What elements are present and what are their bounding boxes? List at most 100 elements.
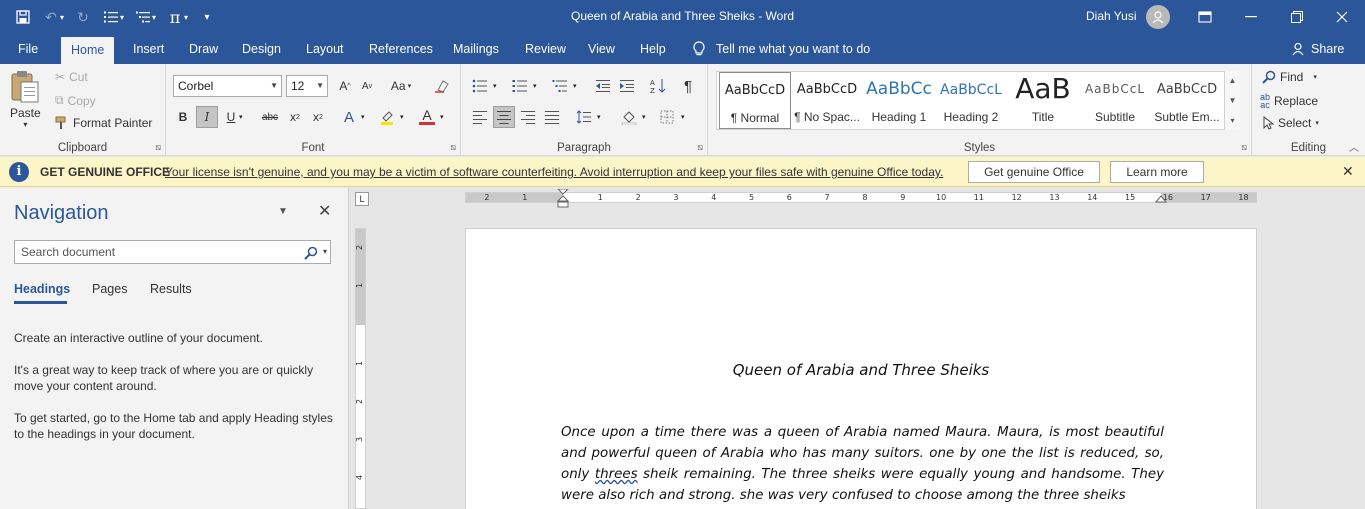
tab-design[interactable]: Design bbox=[232, 34, 291, 64]
minimize-icon[interactable] bbox=[1228, 0, 1274, 34]
restore-icon[interactable] bbox=[1274, 0, 1320, 34]
get-genuine-office-button[interactable]: Get genuine Office bbox=[968, 161, 1100, 183]
show-formatting-marks-icon[interactable]: ¶ bbox=[677, 75, 699, 97]
clear-formatting-icon[interactable] bbox=[431, 75, 453, 97]
info-message-link[interactable]: Your license isn't genuine, and you may … bbox=[165, 165, 943, 179]
bullets-dropdown-icon[interactable]: ▾ bbox=[493, 82, 497, 90]
align-right-icon[interactable] bbox=[517, 106, 539, 128]
tab-review[interactable]: Review bbox=[515, 34, 576, 64]
sort-icon[interactable]: AZ bbox=[647, 75, 669, 97]
share-button[interactable]: Share bbox=[1292, 34, 1344, 64]
redo-icon[interactable]: ↻ bbox=[70, 4, 96, 30]
ribbon-display-options-icon[interactable] bbox=[1182, 0, 1228, 34]
underline-dropdown-icon[interactable]: ▾ bbox=[239, 113, 243, 121]
undo-dropdown-icon[interactable]: ▾ bbox=[60, 13, 64, 22]
chevron-down-icon[interactable]: ▼ bbox=[278, 206, 288, 217]
style-no-spacing[interactable]: AaBbCcD ¶ No Spac... bbox=[791, 72, 863, 129]
highlight-icon[interactable] bbox=[376, 106, 398, 128]
find-button[interactable]: Find ▾ bbox=[1262, 70, 1317, 84]
search-document-input[interactable]: Search document ▾ bbox=[14, 240, 331, 264]
tab-layout[interactable]: Layout bbox=[296, 34, 354, 64]
document-paragraph[interactable]: Once upon a time there was a queen of Ar… bbox=[561, 422, 1164, 506]
bold-icon[interactable]: B bbox=[172, 106, 194, 128]
line-spacing-icon[interactable] bbox=[573, 106, 595, 128]
bullets-icon[interactable] bbox=[469, 75, 491, 97]
change-case-button[interactable]: Aa ▾ bbox=[386, 75, 416, 97]
grow-font-icon[interactable]: A ^ bbox=[334, 75, 356, 97]
multilevel-dropdown-icon[interactable]: ▾ bbox=[152, 13, 156, 22]
tab-help[interactable]: Help bbox=[630, 34, 676, 64]
highlight-dropdown-icon[interactable]: ▾ bbox=[400, 113, 404, 121]
customize-qat-icon[interactable]: ▾ bbox=[194, 4, 220, 30]
tell-me-box[interactable]: Tell me what you want to do bbox=[692, 34, 870, 64]
style-subtle-emphasis[interactable]: AaBbCcD Subtle Em... bbox=[1151, 72, 1223, 129]
text-effects-dropdown-icon[interactable]: ▾ bbox=[361, 113, 365, 121]
more-styles-icon[interactable]: ▾ bbox=[1230, 116, 1234, 125]
styles-launcher-icon[interactable]: ⧅ bbox=[1241, 142, 1247, 153]
clipboard-launcher-icon[interactable]: ⧅ bbox=[155, 142, 161, 153]
grammar-flagged-word[interactable]: threes bbox=[595, 467, 638, 482]
line-spacing-dropdown-icon[interactable]: ▾ bbox=[597, 113, 601, 121]
document-heading[interactable]: Queen of Arabia and Three Sheiks bbox=[466, 361, 1256, 379]
close-icon[interactable]: ✕ bbox=[318, 201, 331, 221]
decrease-indent-icon[interactable] bbox=[592, 75, 614, 97]
multilevel-icon[interactable] bbox=[549, 75, 571, 97]
close-icon[interactable]: ✕ bbox=[1342, 163, 1354, 180]
close-window-icon[interactable] bbox=[1319, 0, 1365, 34]
replace-button[interactable]: ab ac Replace bbox=[1260, 93, 1318, 110]
increase-indent-icon[interactable] bbox=[616, 75, 638, 97]
tab-file[interactable]: File bbox=[8, 34, 48, 64]
multilevel-dropdown-icon[interactable]: ▾ bbox=[573, 82, 577, 90]
numbering-dropdown-icon[interactable]: ▾ bbox=[120, 13, 124, 22]
cut-button[interactable]: ✂ Cut bbox=[55, 70, 88, 84]
tab-references[interactable]: References bbox=[359, 34, 443, 64]
search-icon[interactable] bbox=[304, 245, 318, 267]
tab-mailings[interactable]: Mailings bbox=[443, 34, 509, 64]
nav-tab-pages[interactable]: Pages bbox=[92, 282, 127, 296]
tab-home[interactable]: Home bbox=[61, 37, 115, 64]
learn-more-button[interactable]: Learn more bbox=[1110, 161, 1204, 183]
tab-view[interactable]: View bbox=[578, 34, 625, 64]
save-icon[interactable] bbox=[10, 4, 36, 30]
chevron-down-icon[interactable]: ▾ bbox=[323, 241, 327, 263]
equation-dropdown-icon[interactable]: ▾ bbox=[184, 13, 188, 22]
borders-icon[interactable] bbox=[656, 106, 678, 128]
font-color-icon[interactable]: A bbox=[416, 105, 438, 127]
copy-button[interactable]: ⧉ Copy bbox=[55, 93, 96, 108]
select-button[interactable]: Select ▾ bbox=[1262, 116, 1319, 130]
nav-tab-headings[interactable]: Headings bbox=[14, 282, 70, 296]
nav-tab-results[interactable]: Results bbox=[150, 282, 192, 296]
style-subtitle[interactable]: AaBbCcL Subtitle bbox=[1079, 72, 1151, 129]
tab-insert[interactable]: Insert bbox=[123, 34, 174, 64]
font-color-dropdown-icon[interactable]: ▾ bbox=[440, 113, 444, 121]
style-title[interactable]: AaB Title bbox=[1007, 72, 1079, 129]
scroll-up-icon[interactable]: ▲ bbox=[1229, 76, 1237, 85]
align-center-icon[interactable] bbox=[493, 106, 515, 128]
text-effects-icon[interactable]: A bbox=[338, 106, 360, 128]
avatar[interactable] bbox=[1146, 5, 1170, 29]
style-heading-2[interactable]: AaBbCcL Heading 2 bbox=[935, 72, 1007, 129]
paragraph-launcher-icon[interactable]: ⧅ bbox=[697, 142, 703, 153]
tab-draw[interactable]: Draw bbox=[179, 34, 228, 64]
superscript-icon[interactable]: x2 bbox=[307, 106, 329, 128]
numbering-list-icon[interactable] bbox=[509, 75, 531, 97]
style-heading-1[interactable]: AaBbCc Heading 1 bbox=[863, 72, 935, 129]
font-name-combo[interactable]: Corbel ▼ bbox=[173, 75, 282, 97]
document-page[interactable]: Queen of Arabia and Three Sheiks Once up… bbox=[465, 228, 1257, 509]
italic-icon[interactable]: I bbox=[196, 106, 218, 128]
indent-marker-icon[interactable] bbox=[557, 189, 569, 209]
user-name[interactable]: Diah Yusi bbox=[1086, 9, 1136, 23]
scroll-down-icon[interactable]: ▼ bbox=[1229, 96, 1237, 105]
align-left-icon[interactable] bbox=[469, 106, 491, 128]
justify-icon[interactable] bbox=[541, 106, 563, 128]
shading-icon[interactable] bbox=[618, 106, 640, 128]
subscript-icon[interactable]: x2 bbox=[284, 106, 306, 128]
font-launcher-icon[interactable]: ⧅ bbox=[450, 142, 456, 153]
shrink-font-icon[interactable]: Av bbox=[356, 75, 378, 97]
borders-dropdown-icon[interactable]: ▾ bbox=[681, 113, 685, 121]
collapse-ribbon-icon[interactable]: ︿ bbox=[1349, 139, 1359, 154]
horizontal-ruler[interactable]: 2 1 1 2 3 4 5 6 7 8 9 10 11 12 13 14 15 16 17 18 bbox=[465, 189, 1257, 208]
style-normal[interactable]: AaBbCcD ¶ Normal bbox=[719, 72, 791, 129]
strikethrough-icon[interactable]: abc bbox=[259, 106, 281, 128]
shading-dropdown-icon[interactable]: ▾ bbox=[642, 113, 646, 121]
